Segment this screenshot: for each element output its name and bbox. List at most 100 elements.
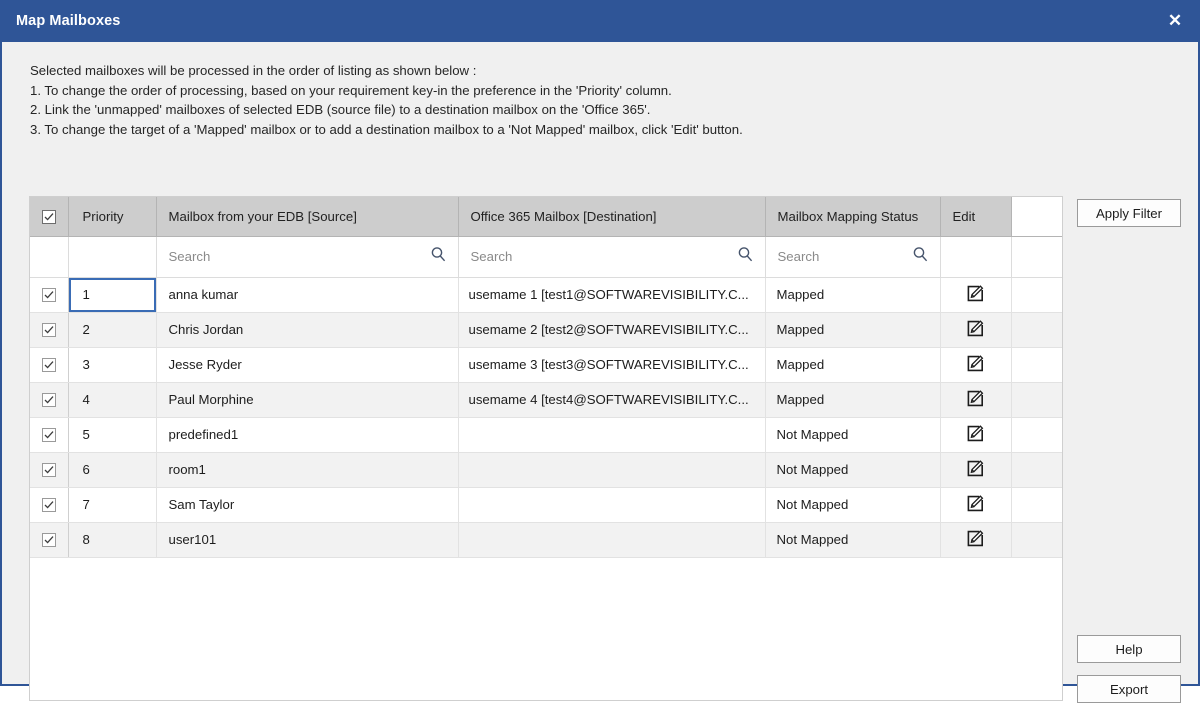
table-row[interactable]: 4 Paul Morphine usemame 4 [test4@SOFTWAREV… <box>30 382 1062 418</box>
edit-icon[interactable] <box>966 424 985 446</box>
source-mailbox-cell[interactable]: anna kumar <box>156 277 459 313</box>
destination-mailbox-cell[interactable] <box>458 452 766 488</box>
edit-button-cell[interactable] <box>940 277 1012 313</box>
search-cell-priority <box>68 236 157 278</box>
status-badge: Mapped <box>765 277 941 313</box>
table-row[interactable]: 7 Sam Taylor Not Mapped <box>30 487 1062 523</box>
source-mailbox-cell[interactable]: room1 <box>156 452 459 488</box>
priority-cell[interactable]: 8 <box>68 522 157 558</box>
row-select-checkbox-cell[interactable] <box>30 487 69 523</box>
row-select-checkbox-cell[interactable] <box>30 312 69 348</box>
priority-cell[interactable]: 1 <box>68 277 157 313</box>
help-button[interactable]: Help <box>1077 635 1181 663</box>
row-select-checkbox[interactable] <box>41 393 56 408</box>
edit-button-cell[interactable] <box>940 487 1012 523</box>
destination-mailbox-cell[interactable] <box>458 487 766 523</box>
destination-mailbox-cell[interactable]: usemame 1 [test1@SOFTWAREVISIBILITY.C... <box>458 277 766 313</box>
search-cell-status[interactable]: Search <box>765 236 941 278</box>
row-select-checkbox-cell[interactable] <box>30 277 69 313</box>
header-edit[interactable]: Edit <box>940 197 1012 237</box>
search-input-status[interactable]: Search <box>778 249 820 264</box>
priority-cell[interactable]: 5 <box>68 417 157 453</box>
priority-cell[interactable]: 7 <box>68 487 157 523</box>
export-button[interactable]: Export <box>1077 675 1181 703</box>
edit-icon[interactable] <box>966 389 985 411</box>
search-input-source[interactable]: Search <box>169 249 211 264</box>
table-row[interactable]: 8 user101 Not Mapped <box>30 522 1062 558</box>
edit-icon[interactable] <box>966 494 985 516</box>
edit-button-cell[interactable] <box>940 347 1012 383</box>
close-icon[interactable]: ✕ <box>1152 0 1198 42</box>
row-select-checkbox[interactable] <box>41 358 56 373</box>
priority-cell[interactable]: 2 <box>68 312 157 348</box>
search-cell-filler <box>1011 236 1062 278</box>
destination-mailbox-cell[interactable]: usemame 4 [test4@SOFTWAREVISIBILITY.C... <box>458 382 766 418</box>
edit-icon[interactable] <box>966 319 985 341</box>
header-source[interactable]: Mailbox from your EDB [Source] <box>156 197 459 237</box>
filler-cell <box>1011 452 1062 488</box>
status-badge: Not Mapped <box>765 452 941 488</box>
instruction-line-0: Selected mailboxes will be processed in … <box>30 63 477 78</box>
destination-mailbox-cell[interactable]: usemame 2 [test2@SOFTWAREVISIBILITY.C... <box>458 312 766 348</box>
mailbox-mapping-grid: Priority Mailbox from your EDB [Source] … <box>29 196 1063 701</box>
priority-cell[interactable]: 6 <box>68 452 157 488</box>
row-select-checkbox-cell[interactable] <box>30 452 69 488</box>
row-select-checkbox[interactable] <box>41 428 56 443</box>
header-status[interactable]: Mailbox Mapping Status <box>765 197 941 237</box>
source-mailbox-cell[interactable]: Chris Jordan <box>156 312 459 348</box>
row-select-checkbox-cell[interactable] <box>30 347 69 383</box>
header-priority[interactable]: Priority <box>68 197 157 237</box>
filler-cell <box>1011 312 1062 348</box>
priority-cell[interactable]: 3 <box>68 347 157 383</box>
destination-mailbox-cell[interactable]: usemame 3 [test3@SOFTWAREVISIBILITY.C... <box>458 347 766 383</box>
row-select-checkbox-cell[interactable] <box>30 522 69 558</box>
edit-icon[interactable] <box>966 284 985 306</box>
status-badge: Mapped <box>765 347 941 383</box>
priority-cell[interactable]: 4 <box>68 382 157 418</box>
search-icon[interactable] <box>737 246 754 268</box>
row-select-checkbox[interactable] <box>41 288 56 303</box>
header-destination[interactable]: Office 365 Mailbox [Destination] <box>458 197 766 237</box>
filler-cell <box>1011 277 1062 313</box>
search-icon[interactable] <box>430 246 447 268</box>
edit-button-cell[interactable] <box>940 522 1012 558</box>
edit-button-cell[interactable] <box>940 452 1012 488</box>
table-row[interactable]: 6 room1 Not Mapped <box>30 452 1062 488</box>
destination-mailbox-cell[interactable] <box>458 417 766 453</box>
row-select-checkbox[interactable] <box>41 463 56 478</box>
edit-icon[interactable] <box>966 459 985 481</box>
search-cell-source[interactable]: Search <box>156 236 459 278</box>
title-bar: Map Mailboxes ✕ <box>2 0 1198 42</box>
table-row[interactable]: 5 predefined1 Not Mapped <box>30 417 1062 453</box>
destination-mailbox-cell[interactable] <box>458 522 766 558</box>
search-input-destination[interactable]: Search <box>471 249 513 264</box>
edit-icon[interactable] <box>966 529 985 551</box>
source-mailbox-cell[interactable]: user101 <box>156 522 459 558</box>
source-mailbox-cell[interactable]: Paul Morphine <box>156 382 459 418</box>
source-mailbox-cell[interactable]: Jesse Ryder <box>156 347 459 383</box>
search-icon[interactable] <box>912 246 929 268</box>
edit-button-cell[interactable] <box>940 382 1012 418</box>
instruction-line-1: 1. To change the order of processing, ba… <box>30 82 672 98</box>
filler-cell <box>1011 347 1062 383</box>
table-row[interactable]: 3 Jesse Ryder usemame 3 [test3@SOFTWAREVIS… <box>30 347 1062 383</box>
source-mailbox-cell[interactable]: predefined1 <box>156 417 459 453</box>
table-row[interactable]: 2 Chris Jordan usemame 2 [test2@SOFTWAREVI… <box>30 312 1062 348</box>
select-all-header[interactable] <box>30 197 69 237</box>
search-cell-destination[interactable]: Search <box>458 236 766 278</box>
status-badge: Not Mapped <box>765 417 941 453</box>
edit-icon[interactable] <box>966 354 985 376</box>
row-select-checkbox-cell[interactable] <box>30 382 69 418</box>
filler-cell <box>1011 417 1062 453</box>
select-all-checkbox[interactable] <box>41 210 56 224</box>
edit-button-cell[interactable] <box>940 312 1012 348</box>
instruction-line-3: 3. To change the target of a 'Mapped' ma… <box>30 121 743 137</box>
apply-filter-button[interactable]: Apply Filter <box>1077 199 1181 227</box>
row-select-checkbox[interactable] <box>41 498 56 513</box>
row-select-checkbox[interactable] <box>41 533 56 548</box>
row-select-checkbox-cell[interactable] <box>30 417 69 453</box>
source-mailbox-cell[interactable]: Sam Taylor <box>156 487 459 523</box>
row-select-checkbox[interactable] <box>41 323 56 338</box>
table-row[interactable]: 1 anna kumar usemame 1 [test1@SOFTWAREVISI… <box>30 277 1062 313</box>
edit-button-cell[interactable] <box>940 417 1012 453</box>
